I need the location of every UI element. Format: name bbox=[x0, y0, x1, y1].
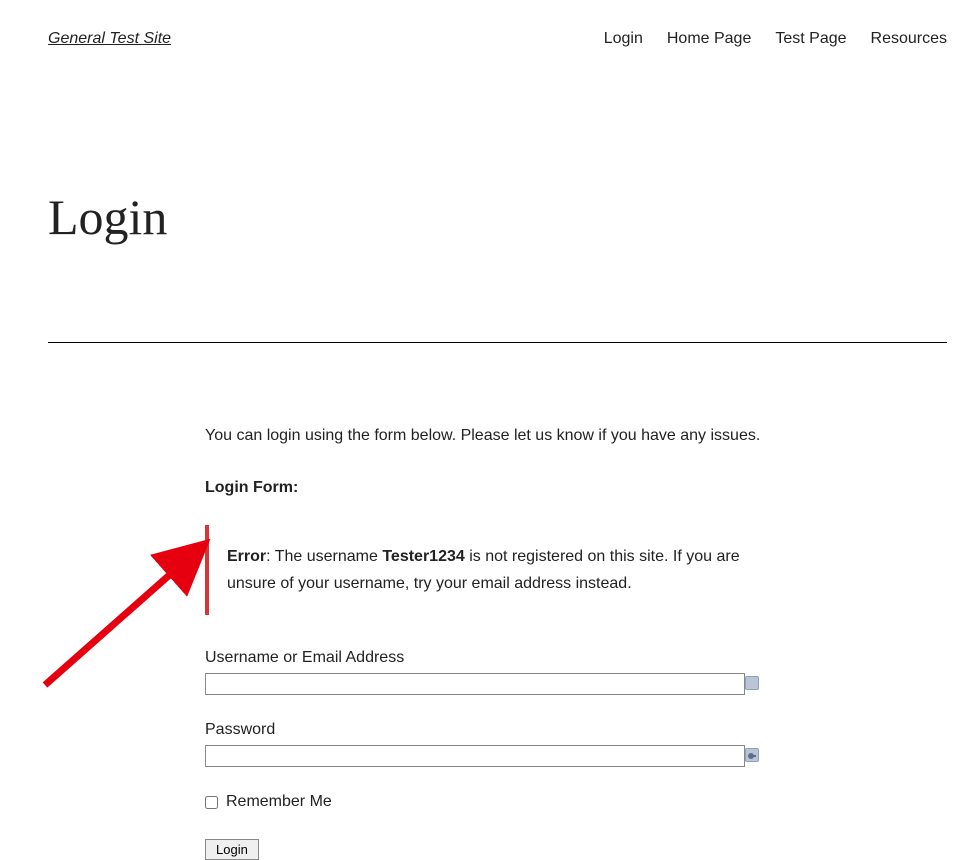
annotation-arrow-icon bbox=[30, 500, 230, 700]
site-title-link[interactable]: General Test Site bbox=[48, 30, 171, 48]
username-label: Username or Email Address bbox=[205, 649, 765, 667]
error-username: Tester1234 bbox=[382, 548, 464, 565]
form-heading: Login Form: bbox=[205, 479, 765, 497]
main-nav: Login Home Page Test Page Resources bbox=[604, 30, 947, 48]
nav-test[interactable]: Test Page bbox=[775, 30, 846, 48]
intro-text: You can login using the form below. Plea… bbox=[205, 427, 765, 445]
remember-checkbox[interactable] bbox=[205, 796, 218, 809]
login-button[interactable]: Login bbox=[205, 839, 259, 860]
password-input[interactable] bbox=[205, 745, 745, 767]
content-area: You can login using the form below. Plea… bbox=[205, 427, 765, 860]
divider bbox=[48, 342, 947, 343]
error-message: Error: The username Tester1234 is not re… bbox=[205, 525, 765, 615]
nav-resources[interactable]: Resources bbox=[871, 30, 947, 48]
error-text-pre: : The username bbox=[266, 548, 382, 565]
nav-home[interactable]: Home Page bbox=[667, 30, 752, 48]
page-title: Login bbox=[48, 188, 977, 246]
nav-login[interactable]: Login bbox=[604, 30, 643, 48]
error-label: Error bbox=[227, 548, 266, 565]
username-input[interactable] bbox=[205, 673, 745, 695]
autofill-icon bbox=[745, 676, 759, 690]
password-label: Password bbox=[205, 721, 765, 739]
password-autofill-icon bbox=[745, 748, 759, 762]
